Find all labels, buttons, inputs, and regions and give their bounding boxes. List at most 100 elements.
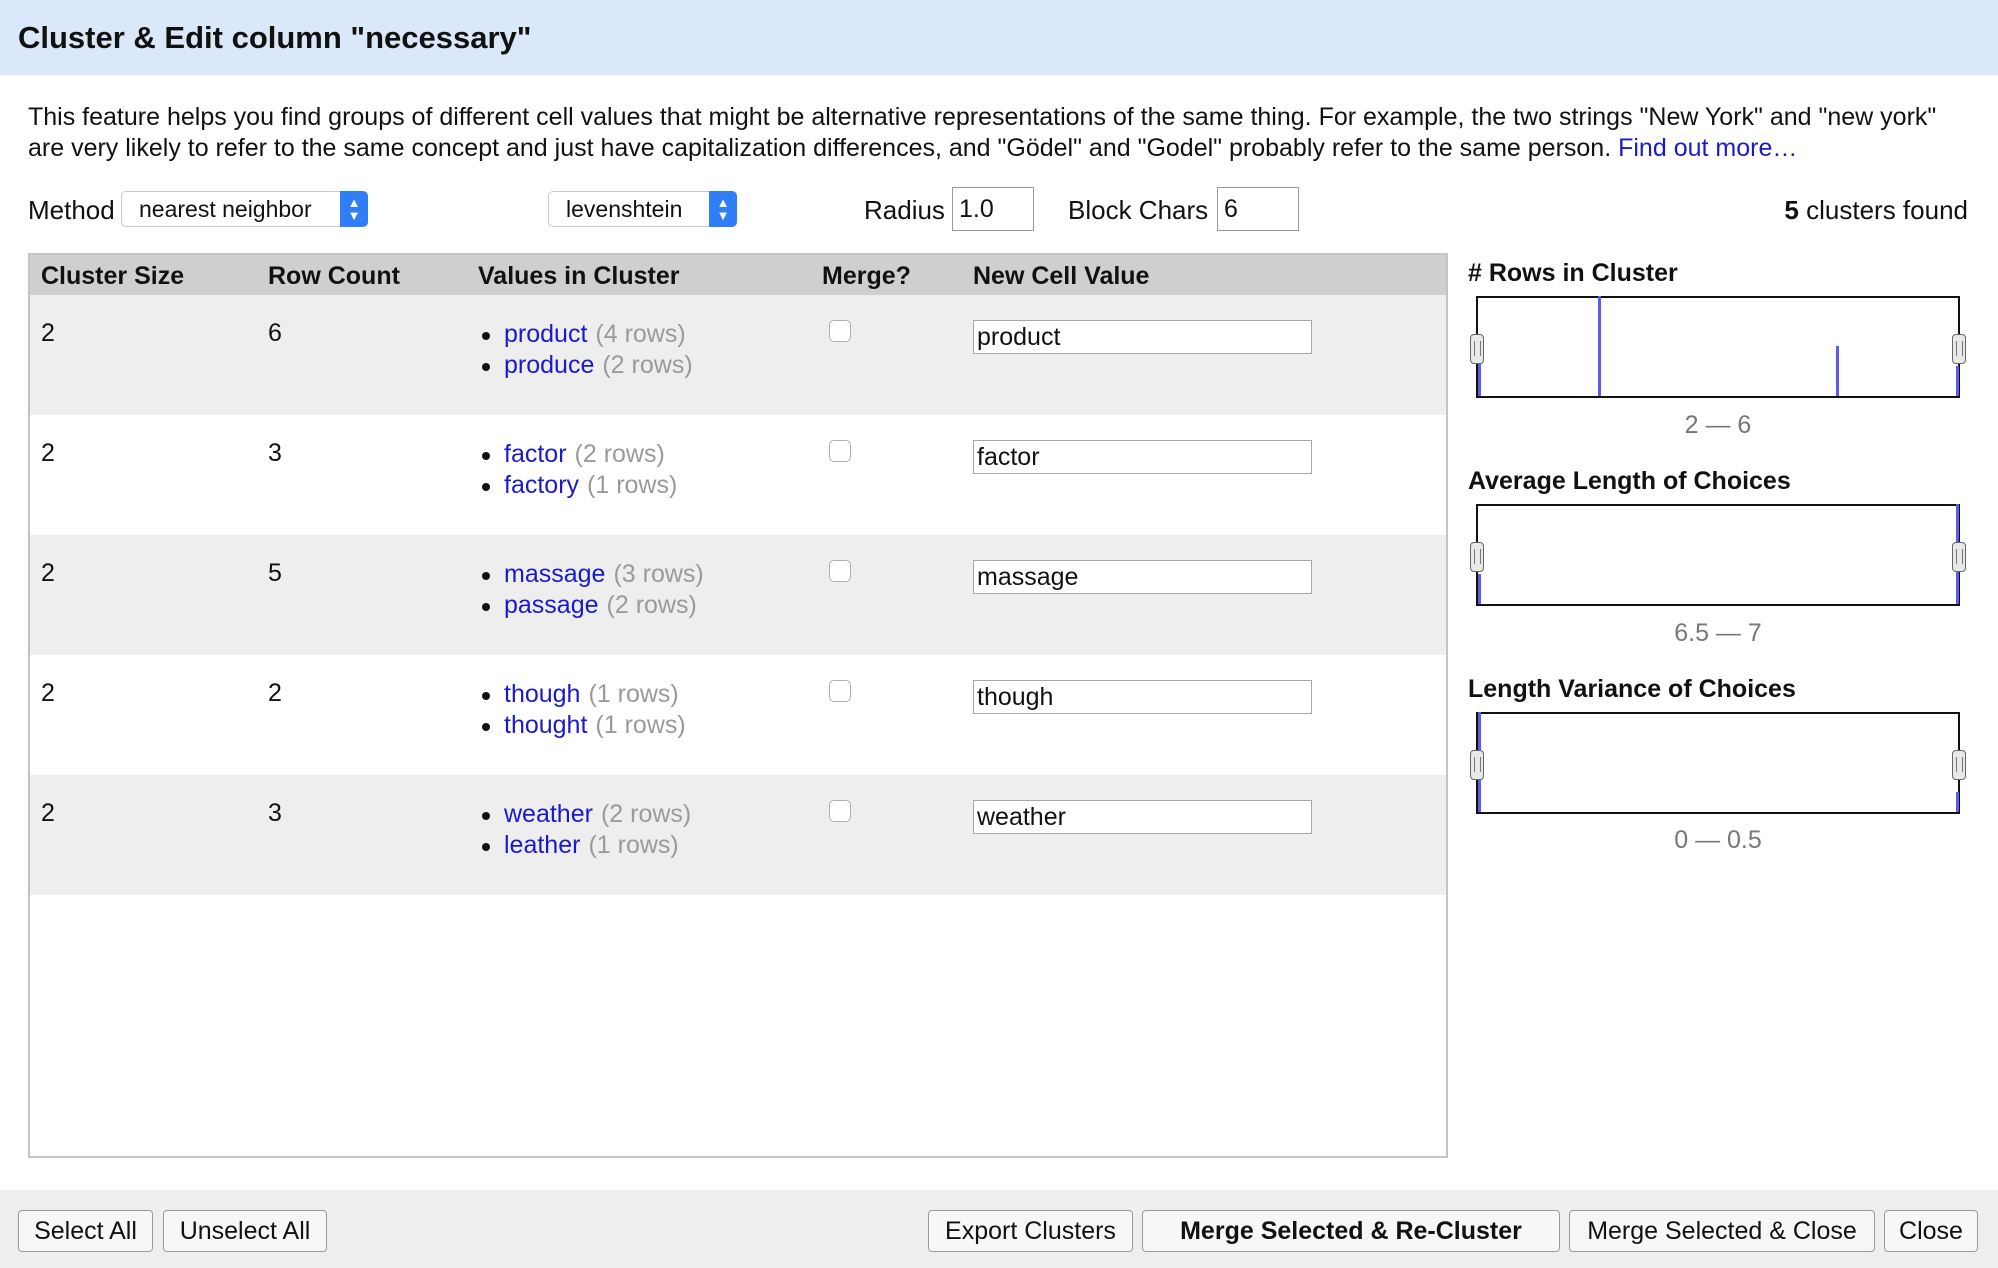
row-count: 5 (268, 559, 282, 587)
facet-histogram-length-variance (1470, 712, 1966, 814)
unselect-all-button[interactable]: Unselect All (163, 1210, 327, 1252)
value-row-count: (2 rows) (574, 440, 665, 468)
cluster-values: product (4 rows) produce (2 rows) (480, 319, 693, 381)
dialog-title: Cluster & Edit column "necessary" (0, 0, 1998, 75)
merge-checkbox[interactable] (829, 320, 851, 342)
header-new-value[interactable]: New Cell Value (973, 262, 1149, 291)
value-row-count: (1 rows) (588, 831, 679, 859)
value-link[interactable]: factor (504, 440, 567, 468)
row-count: 6 (268, 319, 282, 347)
histogram-bar (1956, 792, 1959, 812)
range-handle-left[interactable] (1470, 750, 1484, 780)
range-handle-left[interactable] (1470, 334, 1484, 364)
cluster-size: 2 (41, 679, 55, 707)
facet-range-length-variance: 0 — 0.5 (1674, 826, 1762, 854)
facet-histogram-rows (1470, 296, 1966, 398)
function-select[interactable]: levenshtein ▲ ▼ (548, 191, 737, 227)
list-item: thought (1 rows) (480, 710, 686, 741)
cluster-values: weather (2 rows) leather (1 rows) (480, 799, 691, 861)
function-select-value: levenshtein (566, 196, 683, 222)
value-row-count: (3 rows) (613, 560, 704, 588)
cluster-size: 2 (41, 439, 55, 467)
histogram-bar (1836, 346, 1839, 396)
cluster-size: 2 (41, 799, 55, 827)
block-chars-label: Block Chars (1068, 195, 1209, 225)
clusters-table: Cluster Size Row Count Values in Cluster… (28, 253, 1448, 1158)
header-cluster-size[interactable]: Cluster Size (41, 262, 184, 291)
table-row: 2 3 weather (2 rows) leather (1 rows) (30, 775, 1446, 895)
row-count: 2 (268, 679, 282, 707)
table-row: 2 2 though (1 rows) thought (1 rows) (30, 655, 1446, 775)
merge-checkbox[interactable] (829, 560, 851, 582)
header-values[interactable]: Values in Cluster (478, 262, 679, 291)
cluster-controls: Method nearest neighbor ▲ ▼ levenshtein ▲… (0, 185, 1998, 235)
facet-title-avg-length: Average Length of Choices (1468, 467, 1791, 495)
range-handle-left[interactable] (1470, 542, 1484, 572)
value-link[interactable]: massage (504, 560, 605, 588)
value-row-count: (4 rows) (595, 320, 686, 348)
value-link[interactable]: weather (504, 800, 593, 828)
row-count: 3 (268, 439, 282, 467)
value-row-count: (1 rows) (587, 471, 678, 499)
method-select-value: nearest neighbor (139, 196, 312, 222)
value-link[interactable]: passage (504, 591, 599, 619)
chevron-updown-icon: ▲ ▼ (709, 191, 737, 227)
facet-range-rows: 2 — 6 (1684, 411, 1752, 439)
chevron-updown-icon: ▲ ▼ (340, 191, 368, 227)
value-link[interactable]: produce (504, 351, 594, 379)
dialog-footer: Select All Unselect All Export Clusters … (0, 1190, 1998, 1268)
clusters-found-text: clusters found (1806, 195, 1968, 225)
row-count: 3 (268, 799, 282, 827)
method-select[interactable]: nearest neighbor ▲ ▼ (121, 191, 368, 227)
merge-checkbox[interactable] (829, 440, 851, 462)
histogram-bar (1478, 574, 1481, 604)
merge-checkbox[interactable] (829, 680, 851, 702)
merge-recluster-button[interactable]: Merge Selected & Re-Cluster (1142, 1210, 1560, 1252)
value-link[interactable]: though (504, 680, 580, 708)
list-item: weather (2 rows) (480, 799, 691, 830)
value-row-count: (1 rows) (588, 680, 679, 708)
range-handle-right[interactable] (1952, 334, 1966, 364)
facet-range-avg-length: 6.5 — 7 (1674, 619, 1762, 647)
method-label: Method (28, 195, 115, 225)
new-cell-value-input[interactable] (973, 440, 1312, 474)
table-row: 2 3 factor (2 rows) factory (1 rows) (30, 415, 1446, 535)
list-item: passage (2 rows) (480, 590, 704, 621)
value-link[interactable]: thought (504, 711, 587, 739)
list-item: factory (1 rows) (480, 470, 677, 501)
cluster-values: massage (3 rows) passage (2 rows) (480, 559, 704, 621)
facet-title-rows: # Rows in Cluster (1468, 259, 1678, 287)
new-cell-value-input[interactable] (973, 800, 1312, 834)
facet-histogram-avg-length (1470, 504, 1966, 606)
range-handle-right[interactable] (1952, 750, 1966, 780)
cluster-values: factor (2 rows) factory (1 rows) (480, 439, 677, 501)
export-clusters-button[interactable]: Export Clusters (928, 1210, 1133, 1252)
value-link[interactable]: factory (504, 471, 579, 499)
select-all-button[interactable]: Select All (18, 1210, 153, 1252)
clusters-count: 5 (1784, 195, 1799, 225)
value-row-count: (2 rows) (602, 351, 693, 379)
cluster-size: 2 (41, 559, 55, 587)
header-merge[interactable]: Merge? (822, 262, 911, 291)
merge-checkbox[interactable] (829, 800, 851, 822)
block-chars-input[interactable] (1217, 187, 1299, 231)
value-link[interactable]: product (504, 320, 587, 348)
radius-label: Radius (864, 195, 945, 225)
header-row-count[interactable]: Row Count (268, 262, 400, 291)
range-handle-right[interactable] (1952, 542, 1966, 572)
merge-close-button[interactable]: Merge Selected & Close (1569, 1210, 1875, 1252)
value-row-count: (2 rows) (600, 800, 692, 828)
cluster-size: 2 (41, 319, 55, 347)
new-cell-value-input[interactable] (973, 560, 1312, 594)
table-row: 2 6 product (4 rows) produce (2 rows) (30, 295, 1446, 415)
new-cell-value-input[interactable] (973, 320, 1312, 354)
new-cell-value-input[interactable] (973, 680, 1312, 714)
histogram-bar (1956, 366, 1959, 396)
histogram-bar (1598, 296, 1601, 396)
value-row-count: (1 rows) (595, 711, 686, 739)
close-button[interactable]: Close (1884, 1210, 1978, 1252)
radius-input[interactable] (952, 187, 1034, 231)
value-link[interactable]: leather (504, 831, 580, 859)
find-out-more-link[interactable]: Find out more… (1618, 134, 1797, 162)
description: This feature helps you find groups of di… (28, 102, 1978, 164)
